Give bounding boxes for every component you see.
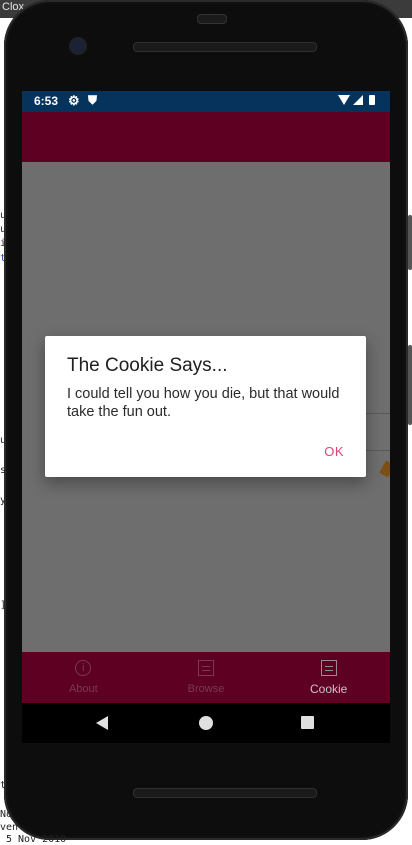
info-icon: i: [75, 660, 92, 676]
home-icon[interactable]: [199, 716, 213, 730]
signal-icon: [353, 95, 363, 105]
top-speaker: [133, 42, 317, 52]
tab-cookie[interactable]: Cookie: [267, 652, 390, 703]
tab-browse[interactable]: Browse: [145, 652, 268, 703]
cookie-dialog: The Cookie Says... I could tell you how …: [45, 336, 366, 477]
recent-apps-icon[interactable]: [301, 716, 314, 729]
desktop-text-fragment: ven: [0, 822, 19, 833]
volume-button: [408, 215, 412, 270]
status-bar: 6:53 ⚙ ⛊: [22, 91, 390, 112]
earpiece: [197, 14, 227, 24]
battery-icon: [369, 95, 375, 105]
tab-cookie-label: Cookie: [310, 682, 348, 696]
tab-browse-label: Browse: [187, 683, 225, 695]
dialog-message: I could tell you how you die, but that w…: [67, 386, 340, 420]
dialog-title: The Cookie Says...: [67, 355, 228, 376]
tab-about[interactable]: i About: [22, 652, 145, 703]
desktop-text-fragment: t: [0, 780, 7, 791]
wifi-icon: [338, 95, 350, 105]
cookie-crumb: [379, 460, 390, 478]
phone-screen: 6:53 ⚙ ⛊ i About Browse Cookie The Cooki…: [22, 91, 390, 703]
gear-icon: ⚙: [68, 93, 80, 108]
cookie-tab-icon: [320, 660, 337, 676]
back-icon[interactable]: [96, 716, 108, 730]
shield-icon: ⛊: [88, 93, 98, 107]
app-bar: [22, 112, 390, 162]
front-camera: [71, 39, 85, 53]
navigation-bar: [22, 703, 390, 743]
bottom-tab-bar: i About Browse Cookie: [22, 652, 390, 703]
bottom-speaker: [133, 788, 317, 798]
status-time: 6:53: [34, 94, 59, 108]
power-button: [408, 345, 412, 425]
browse-icon: [198, 660, 214, 676]
desktop-text-fragment: No: [0, 809, 13, 820]
ok-button[interactable]: OK: [324, 444, 344, 459]
desktop-text-fragment: 5 Nov 2010: [6, 834, 67, 845]
tab-about-label: About: [68, 683, 98, 695]
